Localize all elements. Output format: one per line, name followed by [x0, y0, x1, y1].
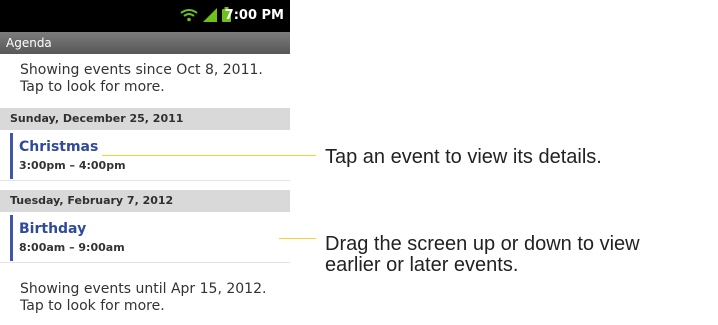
phone-screen: 7:00 PM Agenda Showing events since Oct …	[0, 0, 290, 325]
date-header: Tuesday, February 7, 2012	[0, 190, 290, 212]
callout-text-line: earlier or later events.	[325, 254, 519, 276]
callout-scroll-hint: Drag the screen up or down to view earli…	[325, 234, 715, 276]
callout-event-details: Tap an event to view its details.	[325, 147, 715, 168]
event-time: 8:00am – 9:00am	[19, 241, 125, 254]
page-title: Agenda	[6, 36, 52, 50]
signal-icon	[203, 7, 217, 26]
date-header-label: Sunday, December 25, 2011	[10, 112, 184, 125]
load-later-events[interactable]: Showing events until Apr 15, 2012. Tap t…	[20, 281, 285, 315]
callout-leader-line	[279, 238, 316, 239]
status-bar: 7:00 PM	[0, 0, 290, 32]
notice-line: Showing events since Oct 8, 2011.	[20, 62, 263, 78]
event-title: Birthday	[19, 221, 87, 237]
event-color-marker	[10, 215, 13, 261]
status-time: 7:00 PM	[224, 8, 284, 23]
callout-leader-line	[102, 155, 316, 156]
date-header: Sunday, December 25, 2011	[0, 108, 290, 130]
notice-line: Showing events until Apr 15, 2012.	[20, 281, 267, 297]
event-item-christmas[interactable]: Christmas 3:00pm – 4:00pm	[0, 132, 290, 181]
notice-line: Tap to look for more.	[20, 79, 165, 95]
date-header-label: Tuesday, February 7, 2012	[10, 194, 174, 207]
event-time: 3:00pm – 4:00pm	[19, 159, 126, 172]
event-color-marker	[10, 133, 13, 179]
notice-line: Tap to look for more.	[20, 298, 165, 314]
callout-text-line: Drag the screen up or down to view	[325, 233, 640, 255]
event-item-birthday[interactable]: Birthday 8:00am – 9:00am	[0, 214, 290, 263]
load-earlier-events[interactable]: Showing events since Oct 8, 2011. Tap to…	[20, 62, 285, 96]
callout-text-line: Tap an event to view its details.	[325, 146, 602, 168]
wifi-icon	[180, 7, 198, 26]
event-title: Christmas	[19, 139, 99, 155]
title-bar: Agenda	[0, 32, 290, 54]
